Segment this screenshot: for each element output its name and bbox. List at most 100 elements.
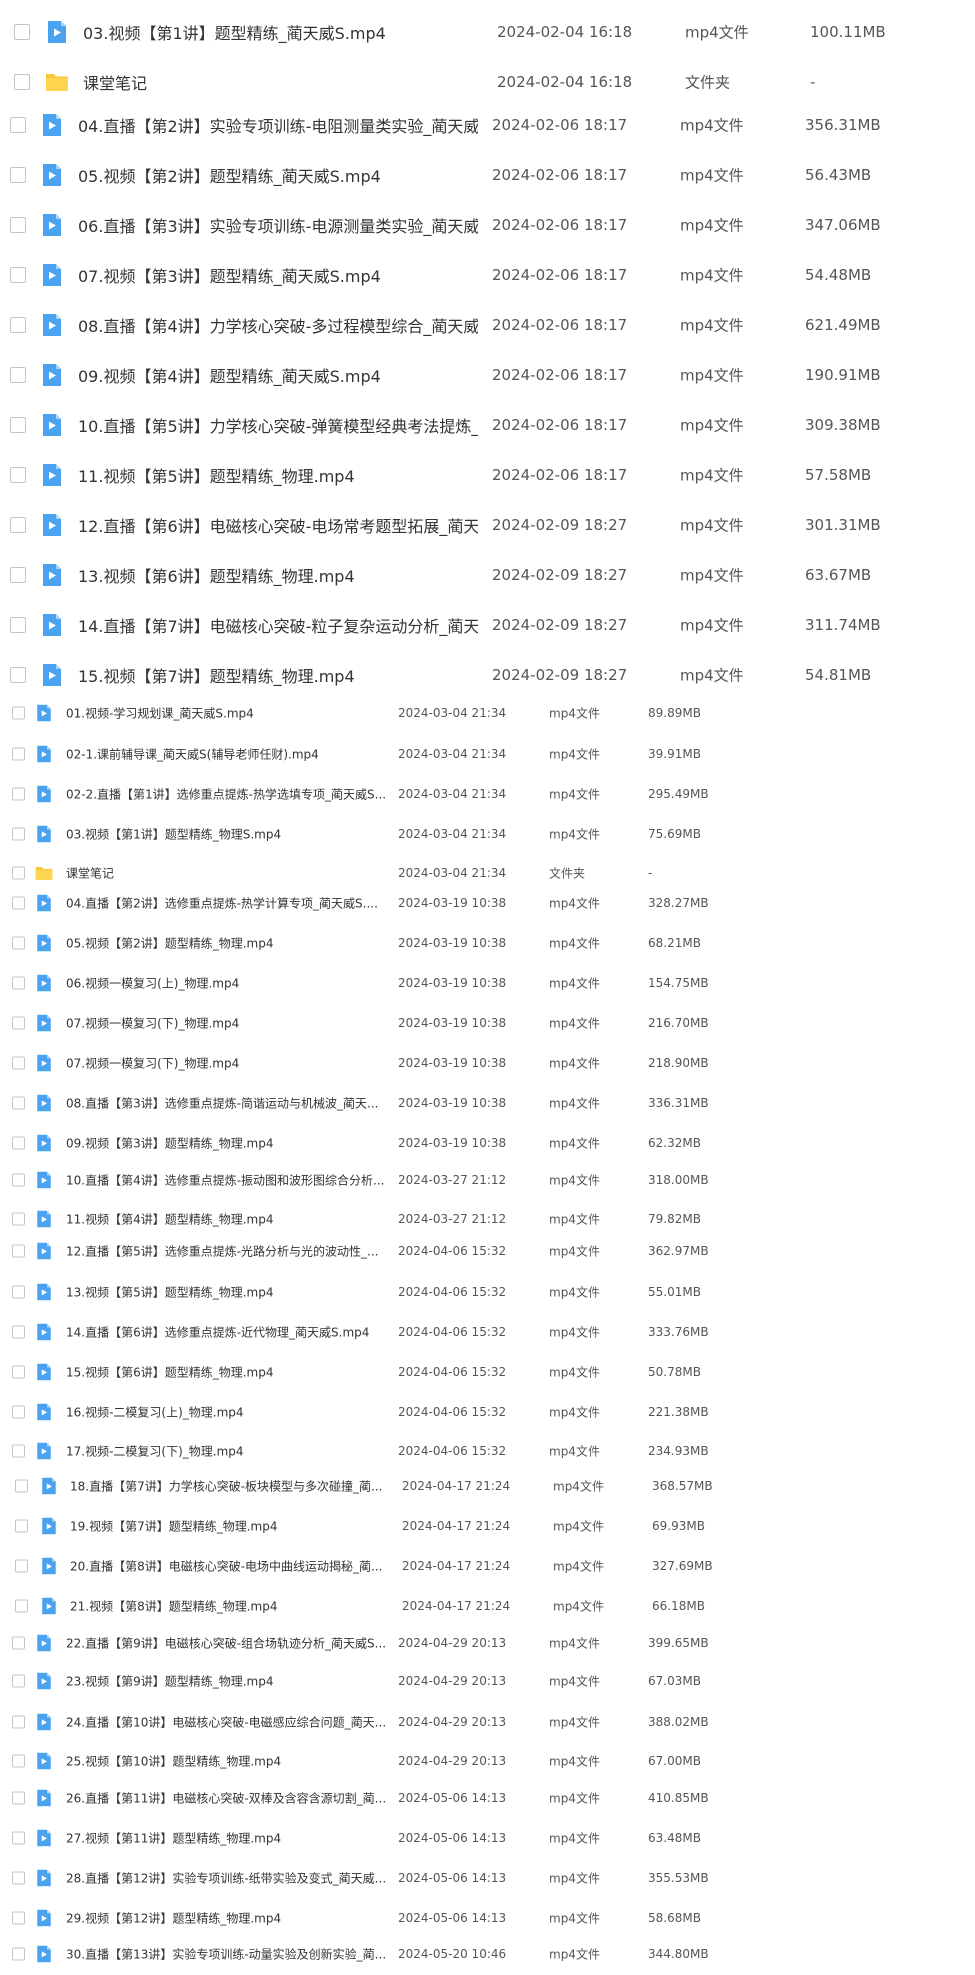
file-row[interactable]: 17.视频-二模复习(下)_物理.mp4 2024-04-06 15:32 mp4文… bbox=[0, 1434, 975, 1468]
file-name[interactable]: 19.视频【第7讲】题型精练_物理.mp4 bbox=[70, 1518, 277, 1535]
file-name[interactable]: 10.直播【第5讲】力学核心突破-弹簧模型经典考法提炼_... bbox=[78, 413, 478, 437]
row-checkbox[interactable] bbox=[10, 317, 26, 333]
file-name[interactable]: 12.直播【第6讲】电磁核心突破-电场常考题型拓展_蔺天... bbox=[78, 513, 478, 537]
file-row[interactable]: 05.视频【第2讲】题型精练_物理.mp4 2024-03-19 10:38 mp4… bbox=[0, 926, 975, 960]
file-name[interactable]: 10.直播【第4讲】选修重点提炼-振动图和波形图综合分析... bbox=[66, 1172, 385, 1189]
file-name[interactable]: 13.视频【第6讲】题型精练_物理.mp4 bbox=[78, 563, 355, 587]
file-row[interactable]: 01.视频-学习规划课_蔺天威S.mp4 2024-03-04 21:34 mp4文… bbox=[0, 696, 975, 730]
row-checkbox[interactable] bbox=[12, 1444, 25, 1458]
row-checkbox[interactable] bbox=[12, 1212, 25, 1226]
file-row[interactable]: 02-2.直播【第1讲】选修重点提炼-热学选填专项_蔺天威S... 2024-03… bbox=[0, 777, 975, 811]
file-row[interactable]: 15.视频【第7讲】题型精练_物理.mp4 2024-02-09 18:27 mp4… bbox=[0, 653, 975, 697]
file-row[interactable]: 29.视频【第12讲】题型精练_物理.mp4 2024-05-06 14:13 mp… bbox=[0, 1901, 975, 1935]
file-row[interactable]: 03.视频【第1讲】题型精练_蔺天威S.mp4 2024-02-04 16:18 m… bbox=[0, 10, 975, 54]
row-checkbox[interactable] bbox=[12, 866, 25, 880]
file-row[interactable]: 09.视频【第3讲】题型精练_物理.mp4 2024-03-19 10:38 mp4… bbox=[0, 1126, 975, 1160]
file-row[interactable]: 10.直播【第4讲】选修重点提炼-振动图和波形图综合分析... 2024-03-2… bbox=[0, 1163, 975, 1197]
file-row[interactable]: 24.直播【第10讲】电磁核心突破-电磁感应综合问题_蔺天... 2024-04-… bbox=[0, 1705, 975, 1739]
file-name[interactable]: 07.视频一模复习(下)_物理.mp4 bbox=[66, 1055, 239, 1072]
row-checkbox[interactable] bbox=[10, 617, 26, 633]
row-checkbox[interactable] bbox=[12, 1715, 25, 1729]
row-checkbox[interactable] bbox=[10, 667, 26, 683]
file-name[interactable]: 06.直播【第3讲】实验专项训练-电源测量类实验_蔺天威... bbox=[78, 213, 478, 237]
file-row[interactable]: 10.直播【第5讲】力学核心突破-弹簧模型经典考法提炼_... 2024-02-0… bbox=[0, 403, 975, 447]
file-row[interactable]: 06.视频一模复习(上)_物理.mp4 2024-03-19 10:38 mp4文件… bbox=[0, 966, 975, 1000]
row-checkbox[interactable] bbox=[12, 1791, 25, 1805]
file-row[interactable]: 28.直播【第12讲】实验专项训练-纸带实验及变式_蔺天威... 2024-05-… bbox=[0, 1861, 975, 1895]
row-checkbox[interactable] bbox=[12, 706, 25, 720]
row-checkbox[interactable] bbox=[12, 1285, 25, 1299]
file-name[interactable]: 21.视频【第8讲】题型精练_物理.mp4 bbox=[70, 1598, 277, 1615]
folder-row[interactable]: 课堂笔记 2024-02-04 16:18 文件夹 - bbox=[0, 60, 975, 104]
row-checkbox[interactable] bbox=[10, 517, 26, 533]
file-row[interactable]: 07.视频一模复习(下)_物理.mp4 2024-03-19 10:38 mp4文件… bbox=[0, 1046, 975, 1080]
file-name[interactable]: 24.直播【第10讲】电磁核心突破-电磁感应综合问题_蔺天... bbox=[66, 1714, 386, 1731]
file-row[interactable]: 12.直播【第6讲】电磁核心突破-电场常考题型拓展_蔺天... 2024-02-0… bbox=[0, 503, 975, 547]
file-name[interactable]: 03.视频【第1讲】题型精练_蔺天威S.mp4 bbox=[83, 20, 386, 44]
row-checkbox[interactable] bbox=[12, 1365, 25, 1379]
file-name[interactable]: 课堂笔记 bbox=[66, 865, 114, 882]
row-checkbox[interactable] bbox=[12, 1405, 25, 1419]
file-name[interactable]: 27.视频【第11讲】题型精练_物理.mp4 bbox=[66, 1830, 281, 1847]
file-row[interactable]: 20.直播【第8讲】电磁核心突破-电场中曲线运动揭秘_蔺... 2024-04-1… bbox=[0, 1549, 975, 1583]
file-row[interactable]: 06.直播【第3讲】实验专项训练-电源测量类实验_蔺天威... 2024-02-0… bbox=[0, 203, 975, 247]
file-name[interactable]: 16.视频-二模复习(上)_物理.mp4 bbox=[66, 1404, 244, 1421]
file-name[interactable]: 15.视频【第7讲】题型精练_物理.mp4 bbox=[78, 663, 355, 687]
file-name[interactable]: 课堂笔记 bbox=[83, 70, 147, 94]
file-name[interactable]: 14.直播【第7讲】电磁核心突破-粒子复杂运动分析_蔺天... bbox=[78, 613, 478, 637]
file-row[interactable]: 30.直播【第13讲】实验专项训练-动量实验及创新实验_蔺... 2024-05-… bbox=[0, 1937, 975, 1971]
file-name[interactable]: 04.直播【第2讲】实验专项训练-电阻测量类实验_蔺天威... bbox=[78, 113, 478, 137]
row-checkbox[interactable] bbox=[10, 467, 26, 483]
file-name[interactable]: 22.直播【第9讲】电磁核心突破-组合场轨迹分析_蔺天威S... bbox=[66, 1635, 386, 1652]
file-name[interactable]: 02-2.直播【第1讲】选修重点提炼-热学选填专项_蔺天威S... bbox=[66, 786, 386, 803]
file-row[interactable]: 11.视频【第5讲】题型精练_物理.mp4 2024-02-06 18:17 mp4… bbox=[0, 453, 975, 497]
file-row[interactable]: 13.视频【第6讲】题型精练_物理.mp4 2024-02-09 18:27 mp4… bbox=[0, 553, 975, 597]
file-name[interactable]: 20.直播【第8讲】电磁核心突破-电场中曲线运动揭秘_蔺... bbox=[70, 1558, 383, 1575]
row-checkbox[interactable] bbox=[12, 896, 25, 910]
file-name[interactable]: 02-1.课前辅导课_蔺天威S(辅导老师任财).mp4 bbox=[66, 746, 319, 763]
row-checkbox[interactable] bbox=[12, 1016, 25, 1030]
file-name[interactable]: 08.直播【第3讲】选修重点提炼-简谐运动与机械波_蔺天... bbox=[66, 1095, 379, 1112]
row-checkbox[interactable] bbox=[15, 1559, 28, 1573]
row-checkbox[interactable] bbox=[12, 1871, 25, 1885]
file-name[interactable]: 07.视频一模复习(下)_物理.mp4 bbox=[66, 1015, 239, 1032]
file-row[interactable]: 15.视频【第6讲】题型精练_物理.mp4 2024-04-06 15:32 mp4… bbox=[0, 1355, 975, 1389]
row-checkbox[interactable] bbox=[10, 117, 26, 133]
file-name[interactable]: 06.视频一模复习(上)_物理.mp4 bbox=[66, 975, 239, 992]
row-checkbox[interactable] bbox=[12, 1136, 25, 1150]
row-checkbox[interactable] bbox=[12, 1636, 25, 1650]
file-name[interactable]: 28.直播【第12讲】实验专项训练-纸带实验及变式_蔺天威... bbox=[66, 1870, 386, 1887]
row-checkbox[interactable] bbox=[10, 267, 26, 283]
row-checkbox[interactable] bbox=[14, 24, 30, 40]
file-row[interactable]: 26.直播【第11讲】电磁核心突破-双棒及含容含源切割_蔺... 2024-05-… bbox=[0, 1781, 975, 1815]
file-name[interactable]: 07.视频【第3讲】题型精练_蔺天威S.mp4 bbox=[78, 263, 381, 287]
file-row[interactable]: 14.直播【第7讲】电磁核心突破-粒子复杂运动分析_蔺天... 2024-02-0… bbox=[0, 603, 975, 647]
file-name[interactable]: 17.视频-二模复习(下)_物理.mp4 bbox=[66, 1443, 244, 1460]
file-name[interactable]: 15.视频【第6讲】题型精练_物理.mp4 bbox=[66, 1364, 273, 1381]
file-row[interactable]: 25.视频【第10讲】题型精练_物理.mp4 2024-04-29 20:13 mp… bbox=[0, 1744, 975, 1778]
row-checkbox[interactable] bbox=[12, 1173, 25, 1187]
file-name[interactable]: 05.视频【第2讲】题型精练_物理.mp4 bbox=[66, 935, 273, 952]
file-row[interactable]: 07.视频一模复习(下)_物理.mp4 2024-03-19 10:38 mp4文件… bbox=[0, 1006, 975, 1040]
file-row[interactable]: 19.视频【第7讲】题型精练_物理.mp4 2024-04-17 21:24 mp4… bbox=[0, 1509, 975, 1543]
file-row[interactable]: 18.直播【第7讲】力学核心突破-板块模型与多次碰撞_蔺... 2024-04-1… bbox=[0, 1469, 975, 1503]
file-name[interactable]: 09.视频【第4讲】题型精练_蔺天威S.mp4 bbox=[78, 363, 381, 387]
row-checkbox[interactable] bbox=[12, 976, 25, 990]
folder-row[interactable]: 课堂笔记 2024-03-04 21:34 文件夹 - bbox=[0, 856, 975, 890]
file-name[interactable]: 05.视频【第2讲】题型精练_蔺天威S.mp4 bbox=[78, 163, 381, 187]
file-name[interactable]: 12.直播【第5讲】选修重点提炼-光路分析与光的波动性_... bbox=[66, 1243, 379, 1260]
file-name[interactable]: 26.直播【第11讲】电磁核心突破-双棒及含容含源切割_蔺... bbox=[66, 1790, 386, 1807]
row-checkbox[interactable] bbox=[15, 1519, 28, 1533]
row-checkbox[interactable] bbox=[10, 567, 26, 583]
row-checkbox[interactable] bbox=[10, 417, 26, 433]
file-name[interactable]: 25.视频【第10讲】题型精练_物理.mp4 bbox=[66, 1753, 281, 1770]
file-row[interactable]: 11.视频【第4讲】题型精练_物理.mp4 2024-03-27 21:12 mp4… bbox=[0, 1202, 975, 1236]
file-row[interactable]: 14.直播【第6讲】选修重点提炼-近代物理_蔺天威S.mp4 2024-04-06… bbox=[0, 1315, 975, 1349]
row-checkbox[interactable] bbox=[12, 1947, 25, 1961]
row-checkbox[interactable] bbox=[15, 1479, 28, 1493]
file-name[interactable]: 08.直播【第4讲】力学核心突破-多过程模型综合_蔺天威... bbox=[78, 313, 478, 337]
row-checkbox[interactable] bbox=[15, 1599, 28, 1613]
file-name[interactable]: 01.视频-学习规划课_蔺天威S.mp4 bbox=[66, 705, 254, 722]
file-row[interactable]: 13.视频【第5讲】题型精练_物理.mp4 2024-04-06 15:32 mp4… bbox=[0, 1275, 975, 1309]
file-name[interactable]: 29.视频【第12讲】题型精练_物理.mp4 bbox=[66, 1910, 281, 1927]
